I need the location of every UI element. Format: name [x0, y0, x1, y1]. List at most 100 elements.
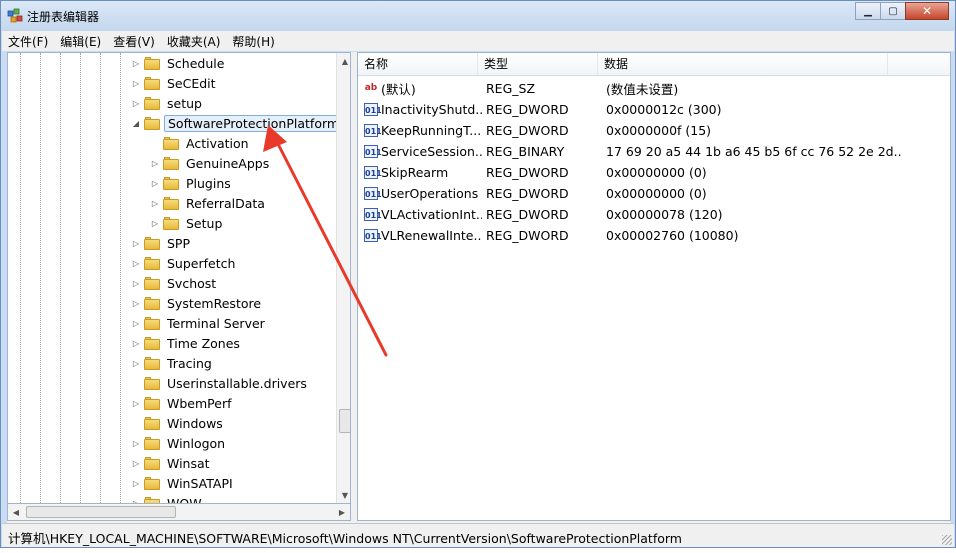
expand-arrow-icon[interactable]: ▷ [131, 79, 141, 88]
binary-value-icon: 011 [364, 166, 382, 179]
minimize-button[interactable]: ▁ [855, 2, 881, 20]
value-row[interactable]: 011 VLActivationInt... REG_DWORD 0x00000078… [358, 204, 950, 225]
close-button[interactable]: ✕ [905, 2, 949, 20]
tree-item[interactable]: ▷ WinSATAPI [131, 473, 236, 493]
tree-item-label: Tracing [167, 355, 212, 371]
tree-item-label: Schedule [167, 55, 225, 71]
menu-bar: 文件(F) 编辑(E) 查看(V) 收藏夹(A) 帮助(H) [2, 31, 954, 51]
tree-item[interactable]: ▷ SeCEdit [131, 73, 219, 93]
string-value-icon: ab [364, 83, 378, 93]
value-row[interactable]: 011 SkipRearm REG_DWORD 0x00000000 (0) [358, 162, 950, 183]
folder-icon [144, 296, 160, 310]
values-list[interactable]: 名称 类型 数据 ab (默认) REG_SZ (数值未设置) 011 Inactivit… [357, 52, 951, 521]
value-type: REG_DWORD [486, 165, 569, 180]
registry-tree[interactable]: ▷ Schedule ▷ SeCEdit ▷ setup ◢ SoftwareProtecti… [7, 52, 351, 504]
expand-arrow-icon[interactable]: ▷ [150, 159, 160, 168]
expand-arrow-icon[interactable]: ▷ [131, 399, 141, 408]
value-name-cell: 011 SkipRearm [358, 165, 482, 180]
tree-item[interactable]: ▷ Terminal Server [131, 313, 268, 333]
tree-vertical-scrollbar[interactable]: ▲ ▼ [336, 53, 350, 503]
menu-file[interactable]: 文件(F) [2, 33, 54, 50]
tree-item[interactable]: Windows [131, 413, 226, 433]
maximize-button[interactable]: ▢ [880, 2, 906, 20]
value-row[interactable]: 011 ServiceSession... REG_BINARY 17 69 20 a… [358, 141, 950, 162]
expand-arrow-icon[interactable]: ▷ [150, 199, 160, 208]
scroll-up-icon[interactable]: ▲ [337, 53, 350, 69]
folder-icon [163, 196, 179, 210]
column-header-name[interactable]: 名称 [358, 53, 478, 75]
tree-item[interactable]: ▷ setup [131, 93, 205, 113]
registry-editor-window: 注册表编辑器 ▁ ▢ ✕ 文件(F) 编辑(E) 查看(V) 收藏夹(A) 帮助… [0, 0, 956, 548]
value-row[interactable]: 011 VLRenewalInte... REG_DWORD 0x00002760 (… [358, 225, 950, 246]
binary-value-icon: 011 [364, 208, 382, 221]
tree-item[interactable]: ▷ Winsat [131, 453, 213, 473]
binary-value-icon: 011 [364, 145, 382, 158]
tree-item[interactable]: Userinstallable.drivers [131, 373, 310, 393]
expand-arrow-icon[interactable]: ▷ [131, 319, 141, 328]
tree-item[interactable]: ▷ ReferralData [150, 193, 268, 213]
scroll-right-icon[interactable]: ▶ [334, 504, 350, 520]
list-header: 名称 类型 数据 [358, 53, 950, 76]
tree-item[interactable]: ▷ Superfetch [131, 253, 238, 273]
column-header-type[interactable]: 类型 [478, 53, 598, 75]
value-row[interactable]: ab (默认) REG_SZ (数值未设置) [358, 78, 950, 99]
tree-item[interactable]: ▷ Setup [150, 213, 225, 233]
resize-grip-icon[interactable] [942, 535, 952, 545]
scroll-thumb[interactable] [339, 409, 350, 433]
folder-icon [144, 416, 160, 430]
value-type: REG_BINARY [486, 144, 565, 159]
tree-item[interactable]: ▷ SystemRestore [131, 293, 264, 313]
expand-arrow-icon[interactable]: ▷ [131, 59, 141, 68]
tree-item-label: SystemRestore [167, 295, 262, 311]
value-name: VLActivationInt... [381, 207, 482, 222]
folder-icon [144, 496, 160, 503]
value-name-cell: 011 VLActivationInt... [358, 207, 482, 222]
expand-arrow-icon[interactable]: ▷ [131, 259, 141, 268]
expand-arrow-icon[interactable]: ▷ [131, 359, 141, 368]
tree-item[interactable]: ▷ Tracing [131, 353, 215, 373]
expand-arrow-icon[interactable]: ▷ [131, 479, 141, 488]
tree-item[interactable]: ▷ WOW [131, 493, 205, 503]
value-row[interactable]: 011 UserOperations REG_DWORD 0x00000000 (0) [358, 183, 950, 204]
expand-arrow-icon[interactable]: ▷ [131, 299, 141, 308]
collapse-arrow-icon[interactable]: ◢ [131, 119, 141, 128]
expand-arrow-icon[interactable]: ▷ [150, 219, 160, 228]
tree-item[interactable]: ▷ Svchost [131, 273, 219, 293]
value-name-cell: 011 VLRenewalInte... [358, 228, 482, 243]
expand-arrow-icon[interactable]: ▷ [131, 239, 141, 248]
column-header-data[interactable]: 数据 [598, 53, 888, 75]
tree-item-label: Windows [167, 415, 223, 431]
menu-help[interactable]: 帮助(H) [226, 33, 280, 50]
tree-item[interactable]: ▷ Plugins [150, 173, 234, 193]
tree-item[interactable]: ▷ WbemPerf [131, 393, 234, 413]
tree-item[interactable]: ▷ Time Zones [131, 333, 243, 353]
menu-edit[interactable]: 编辑(E) [54, 33, 107, 50]
expand-arrow-icon[interactable]: ▷ [131, 279, 141, 288]
folder-icon [144, 456, 160, 470]
tree-item[interactable]: ▷ SPP [131, 233, 193, 253]
tree-item-label: SoftwareProtectionPlatform [164, 114, 344, 132]
value-data: 0x0000000f (15) [606, 123, 712, 138]
folder-icon [144, 256, 160, 270]
tree-item[interactable]: ▷ GenuineApps [150, 153, 272, 173]
value-row[interactable]: 011 InactivityShutd... REG_DWORD 0x0000012c… [358, 99, 950, 120]
hscroll-thumb[interactable] [26, 506, 176, 518]
folder-icon [144, 56, 160, 70]
expand-arrow-icon[interactable]: ▷ [131, 459, 141, 468]
menu-view[interactable]: 查看(V) [107, 33, 161, 50]
value-row[interactable]: 011 KeepRunningT... REG_DWORD 0x0000000f (1… [358, 120, 950, 141]
scroll-down-icon[interactable]: ▼ [337, 487, 350, 503]
menu-favorites[interactable]: 收藏夹(A) [161, 33, 227, 50]
folder-icon [144, 476, 160, 490]
expand-arrow-icon[interactable]: ▷ [131, 99, 141, 108]
tree-item[interactable]: ▷ Winlogon [131, 433, 228, 453]
scroll-left-icon[interactable]: ◀ [8, 504, 24, 520]
expand-arrow-icon[interactable]: ▷ [131, 439, 141, 448]
tree-horizontal-scrollbar[interactable]: ◀ ▶ [7, 504, 351, 521]
tree-item[interactable]: ◢ SoftwareProtectionPlatform [131, 113, 344, 133]
expand-arrow-icon[interactable]: ▷ [150, 179, 160, 188]
expand-arrow-icon[interactable]: ▷ [131, 339, 141, 348]
tree-item[interactable]: Activation [150, 133, 252, 153]
window-title: 注册表编辑器 [27, 10, 100, 24]
tree-item[interactable]: ▷ Schedule [131, 53, 227, 73]
